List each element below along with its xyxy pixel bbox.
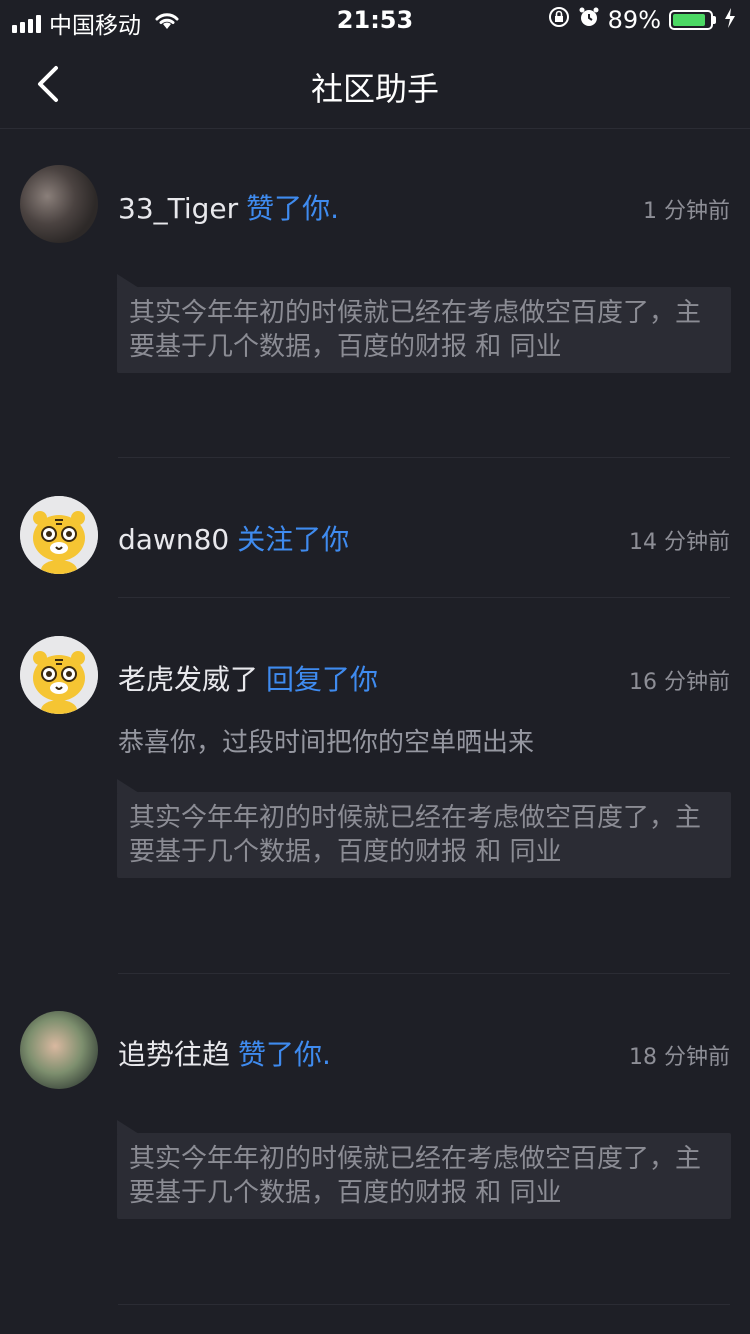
tiger-avatar-icon bbox=[20, 496, 98, 574]
reply-text: 恭喜你，过段时间把你的空单晒出来 bbox=[118, 728, 535, 758]
charging-icon bbox=[724, 6, 736, 34]
battery-body bbox=[669, 10, 713, 30]
quoted-post[interactable]: 其实今年年初的时候就已经在考虑做空百度了，主要基于几个数据，百度的财报 和 同业 bbox=[117, 274, 731, 373]
timestamp: 14 分钟前 bbox=[629, 530, 730, 555]
avatar[interactable] bbox=[20, 496, 98, 574]
name-line: 追势往趋 赞了你. bbox=[118, 1033, 331, 1073]
tiger-avatar-icon bbox=[20, 636, 98, 714]
action-text: 回复了你 bbox=[266, 663, 379, 696]
user-name[interactable]: 追势往趋 bbox=[118, 1038, 230, 1071]
battery-fill bbox=[673, 14, 705, 26]
avatar[interactable] bbox=[20, 1011, 98, 1089]
user-name[interactable]: 33_Tiger bbox=[118, 192, 238, 225]
alarm-icon bbox=[578, 6, 600, 34]
notification-item[interactable]: dawn80 关注了你 14 分钟前 bbox=[0, 496, 750, 596]
name-line: dawn80 关注了你 bbox=[118, 518, 349, 558]
action-text: 赞了你. bbox=[238, 1038, 331, 1071]
battery-percent: 89% bbox=[607, 6, 661, 34]
timestamp: 18 分钟前 bbox=[629, 1045, 730, 1070]
name-line: 33_Tiger 赞了你. bbox=[118, 187, 339, 227]
action-text: 关注了你 bbox=[237, 523, 350, 556]
notification-item[interactable]: 老虎发威了 回复了你 16 分钟前 恭喜你，过段时间把你的空单晒出来 其实今年年初… bbox=[0, 636, 750, 936]
battery-icon bbox=[669, 10, 716, 30]
user-name[interactable]: 老虎发威了 bbox=[118, 663, 258, 696]
quoted-post[interactable]: 其实今年年初的时候就已经在考虑做空百度了，主要基于几个数据，百度的财报 和 同业 bbox=[117, 1120, 731, 1219]
divider bbox=[118, 457, 730, 458]
battery-cap bbox=[713, 16, 716, 24]
name-line: 老虎发威了 回复了你 bbox=[118, 658, 378, 698]
divider bbox=[118, 1304, 730, 1305]
orientation-lock-icon bbox=[548, 6, 570, 34]
user-name[interactable]: dawn80 bbox=[118, 523, 229, 556]
divider bbox=[118, 973, 730, 974]
notification-item[interactable]: 33_Tiger 赞了你. 1 分钟前 其实今年年初的时候就已经在考虑做空百度了，… bbox=[0, 165, 750, 455]
action-text: 赞了你. bbox=[246, 192, 340, 225]
timestamp: 1 分钟前 bbox=[643, 199, 730, 224]
nav-bar: 社区助手 bbox=[0, 40, 750, 129]
status-bar: 中国移动 21:53 89% bbox=[0, 0, 750, 40]
timestamp: 16 分钟前 bbox=[629, 670, 730, 695]
page-title: 社区助手 bbox=[310, 70, 439, 108]
notification-item[interactable]: 追势往趋 赞了你. 18 分钟前 其实今年年初的时候就已经在考虑做空百度了，主要基… bbox=[0, 1011, 750, 1301]
avatar[interactable] bbox=[20, 165, 98, 243]
quoted-post[interactable]: 其实今年年初的时候就已经在考虑做空百度了，主要基于几个数据，百度的财报 和 同业 bbox=[117, 779, 731, 878]
status-right: 89% bbox=[548, 6, 736, 34]
divider bbox=[118, 597, 730, 598]
avatar[interactable] bbox=[20, 636, 98, 714]
